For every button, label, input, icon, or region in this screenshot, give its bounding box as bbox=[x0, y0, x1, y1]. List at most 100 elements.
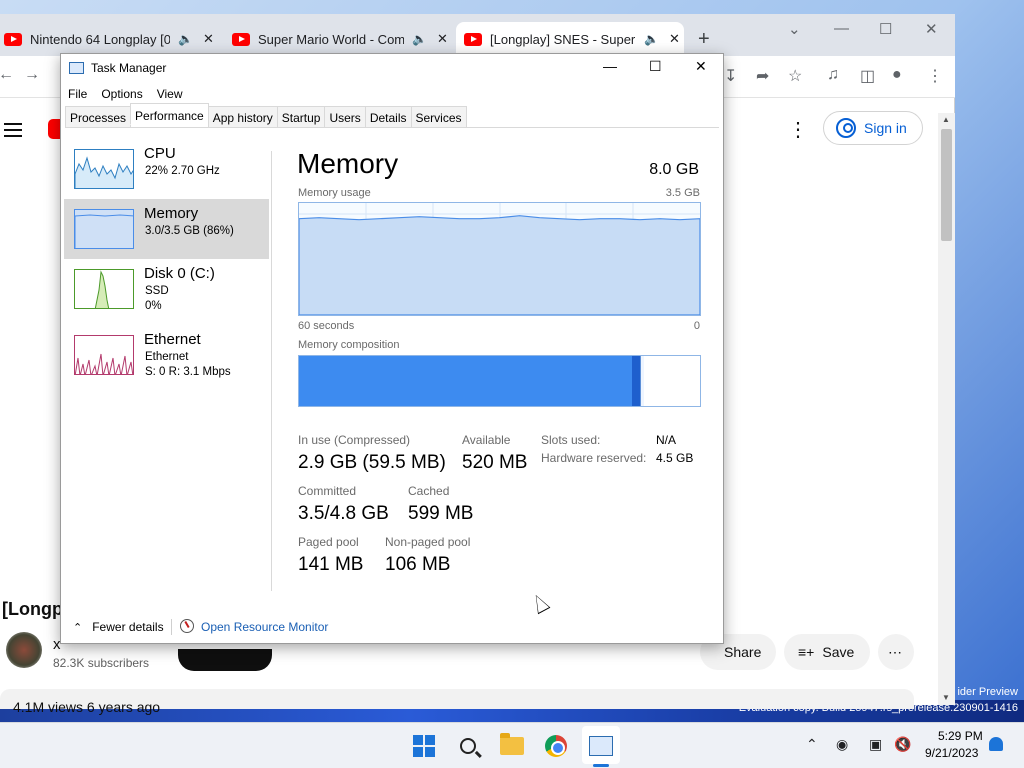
network-globe-icon[interactable]: ◉ bbox=[836, 736, 848, 753]
task-manager-icon bbox=[589, 736, 613, 756]
committed-value: 3.5/4.8 GB bbox=[298, 503, 389, 524]
page-scrollbar[interactable]: ▲ ▼ bbox=[938, 113, 955, 705]
scroll-down-icon[interactable]: ▼ bbox=[942, 693, 950, 702]
sidebar-item-ethernet[interactable]: Ethernet Ethernet S: 0 R: 3.1 Mbps bbox=[64, 319, 269, 385]
tab-processes[interactable]: Processes bbox=[65, 106, 132, 127]
total-memory: 8.0 GB bbox=[649, 161, 699, 178]
subscribe-button[interactable] bbox=[178, 649, 272, 671]
share-page-icon[interactable]: ➦ bbox=[756, 66, 769, 86]
sign-in-button[interactable]: Sign in bbox=[823, 111, 923, 145]
video-title: [Longp bbox=[2, 599, 63, 619]
task-manager-taskbar-button[interactable] bbox=[586, 731, 616, 761]
memory-usage-graph bbox=[298, 202, 701, 316]
graph-time-left: 60 seconds bbox=[298, 320, 355, 332]
resource-monitor-icon bbox=[180, 619, 194, 633]
browser-menu-icon[interactable]: ⋮ bbox=[927, 66, 943, 86]
available-value: 520 MB bbox=[462, 452, 528, 473]
taskbar: ⌃ ◉ ▣ 🔇 5:29 PM 9/21/2023 bbox=[0, 722, 1024, 768]
start-button[interactable] bbox=[409, 731, 439, 761]
chrome-taskbar-button[interactable] bbox=[541, 731, 571, 761]
close-tab-icon[interactable]: ✕ bbox=[437, 31, 448, 47]
save-button[interactable]: ≡+ Save bbox=[784, 634, 870, 670]
notification-bell-icon[interactable] bbox=[989, 737, 1003, 751]
account-icon bbox=[836, 118, 856, 138]
slots-used-value: N/A bbox=[656, 433, 677, 447]
side-panel-icon[interactable]: ◫ bbox=[860, 66, 875, 86]
open-resource-monitor-link[interactable]: Open Resource Monitor bbox=[201, 620, 328, 634]
browser-tab-2[interactable]: Super Mario World - Comp 🔈 ✕ bbox=[228, 22, 450, 56]
menu-file[interactable]: File bbox=[61, 84, 94, 104]
close-tab-icon[interactable]: ✕ bbox=[203, 31, 214, 47]
tab-title: Super Mario World - Comp bbox=[258, 31, 404, 47]
maximize-icon[interactable]: ☐ bbox=[649, 58, 662, 75]
paged-pool-label: Paged pool bbox=[298, 535, 359, 549]
bookmark-star-icon[interactable]: ☆ bbox=[788, 66, 802, 86]
browser-tab-1[interactable]: Nintendo 64 Longplay [002 🔈 ✕ bbox=[0, 22, 218, 56]
composition-standby[interactable] bbox=[639, 356, 644, 406]
close-tab-icon[interactable]: ✕ bbox=[669, 31, 680, 47]
file-explorer-button[interactable] bbox=[497, 731, 527, 761]
menu-options[interactable]: Options bbox=[94, 84, 149, 104]
speaker-icon[interactable]: 🔈 bbox=[178, 32, 193, 46]
media-control-icon[interactable]: ♫ bbox=[827, 66, 839, 84]
ethernet-thumbnail-graph bbox=[74, 335, 134, 375]
menu-view[interactable]: View bbox=[150, 84, 190, 104]
cached-label: Cached bbox=[408, 484, 450, 498]
more-options-icon[interactable]: ⋮ bbox=[788, 117, 808, 142]
speaker-icon[interactable]: 🔈 bbox=[412, 32, 427, 46]
composition-in-use[interactable] bbox=[299, 356, 632, 406]
scroll-up-icon[interactable]: ▲ bbox=[942, 115, 950, 124]
sidebar-detail: 3.0/3.5 GB (86%) bbox=[145, 225, 234, 237]
more-actions-button[interactable]: ⋯ bbox=[878, 634, 914, 670]
sidebar-item-disk[interactable]: Disk 0 (C:) SSD 0% bbox=[64, 259, 269, 319]
cached-value: 599 MB bbox=[408, 503, 474, 524]
browser-tab-3[interactable]: [Longplay] SNES - Super M 🔈 ✕ bbox=[456, 22, 684, 56]
graph-time-right: 0 bbox=[693, 320, 700, 332]
hamburger-menu-icon[interactable] bbox=[4, 123, 22, 141]
active-indicator bbox=[593, 764, 609, 767]
forward-icon[interactable]: → bbox=[24, 66, 40, 84]
tab-startup[interactable]: Startup bbox=[276, 106, 326, 127]
tray-overflow-chevron-icon[interactable]: ⌃ bbox=[806, 736, 818, 753]
tab-services[interactable]: Services bbox=[410, 106, 467, 127]
resource-list: CPU 22% 2.70 GHz Memory 3.0/3.5 GB (86%)… bbox=[64, 139, 269, 385]
display-icon[interactable]: ▣ bbox=[869, 736, 882, 753]
sidebar-detail-2: 0% bbox=[145, 300, 162, 312]
close-window-icon[interactable]: ✕ bbox=[925, 20, 938, 38]
minimize-icon[interactable]: — bbox=[834, 20, 849, 37]
minimize-icon[interactable]: — bbox=[603, 58, 617, 74]
maximize-icon[interactable]: ☐ bbox=[879, 20, 892, 38]
search-icon bbox=[460, 738, 476, 754]
hardware-reserved-label: Hardware reserved: bbox=[541, 451, 647, 465]
channel-avatar[interactable] bbox=[6, 632, 42, 668]
fewer-details-label: Fewer details bbox=[92, 620, 164, 634]
sidebar-label: Ethernet bbox=[144, 331, 201, 348]
tab-title: Nintendo 64 Longplay [002 bbox=[30, 31, 170, 47]
scroll-thumb[interactable] bbox=[941, 129, 952, 241]
available-label: Available bbox=[462, 433, 511, 447]
new-tab-button[interactable]: + bbox=[698, 28, 710, 51]
task-manager-titlebar[interactable]: Task Manager — ☐ ✕ bbox=[61, 54, 723, 84]
youtube-icon bbox=[232, 32, 250, 46]
fewer-details-button[interactable]: ⌃ Fewer details bbox=[73, 620, 164, 634]
volume-muted-icon[interactable]: 🔇 bbox=[894, 736, 911, 753]
search-button[interactable] bbox=[453, 731, 483, 761]
close-icon[interactable]: ✕ bbox=[695, 58, 707, 75]
composition-modified[interactable] bbox=[631, 356, 640, 406]
tab-users[interactable]: Users bbox=[324, 106, 366, 127]
speaker-icon[interactable]: 🔈 bbox=[644, 32, 659, 46]
sidebar-detail-2: S: 0 R: 3.1 Mbps bbox=[145, 366, 231, 378]
sidebar-divider bbox=[271, 151, 272, 591]
sidebar-item-cpu[interactable]: CPU 22% 2.70 GHz bbox=[64, 139, 269, 199]
tab-app-history[interactable]: App history bbox=[207, 106, 278, 127]
sidebar-item-memory[interactable]: Memory 3.0/3.5 GB (86%) bbox=[64, 199, 269, 259]
profile-icon[interactable]: ● bbox=[892, 66, 902, 84]
clock-date[interactable]: 9/21/2023 bbox=[925, 746, 978, 760]
clock-time[interactable]: 5:29 PM bbox=[938, 729, 983, 743]
back-icon[interactable]: ← bbox=[0, 66, 14, 84]
install-icon[interactable]: ↧ bbox=[724, 66, 737, 86]
tab-details[interactable]: Details bbox=[364, 106, 412, 127]
tab-search-icon[interactable]: ⌄ bbox=[788, 20, 801, 38]
tab-performance[interactable]: Performance bbox=[130, 103, 209, 125]
memory-composition-label: Memory composition bbox=[298, 339, 400, 351]
